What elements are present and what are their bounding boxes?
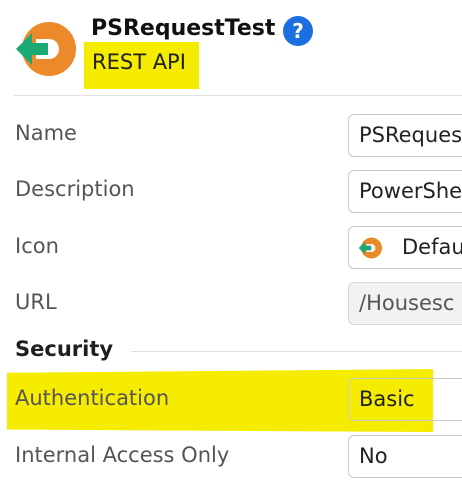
icon-label: Icon bbox=[15, 234, 59, 258]
help-icon[interactable]: ? bbox=[283, 16, 313, 46]
name-field[interactable]: PSReques bbox=[348, 114, 462, 157]
name-label: Name bbox=[15, 121, 77, 145]
header-divider bbox=[14, 95, 462, 96]
default-api-icon bbox=[358, 237, 382, 259]
page-title: PSRequestTest bbox=[91, 16, 276, 41]
internal-access-only-field[interactable]: No bbox=[348, 435, 462, 478]
description-field[interactable]: PowerShe bbox=[348, 170, 462, 213]
internal-access-only-label: Internal Access Only bbox=[15, 443, 230, 467]
section-divider bbox=[131, 351, 462, 352]
description-label: Description bbox=[15, 177, 135, 201]
authentication-field[interactable]: Basic bbox=[348, 378, 462, 421]
icon-select[interactable]: Defau bbox=[348, 226, 462, 269]
page-subtitle: REST API bbox=[92, 50, 186, 74]
authentication-label: Authentication bbox=[15, 386, 170, 410]
app-logo-icon bbox=[16, 22, 76, 76]
url-label: URL bbox=[15, 290, 57, 314]
icon-select-value: Defau bbox=[402, 235, 462, 259]
security-section-title: Security bbox=[15, 337, 114, 361]
url-field: /Housesc bbox=[348, 282, 462, 325]
